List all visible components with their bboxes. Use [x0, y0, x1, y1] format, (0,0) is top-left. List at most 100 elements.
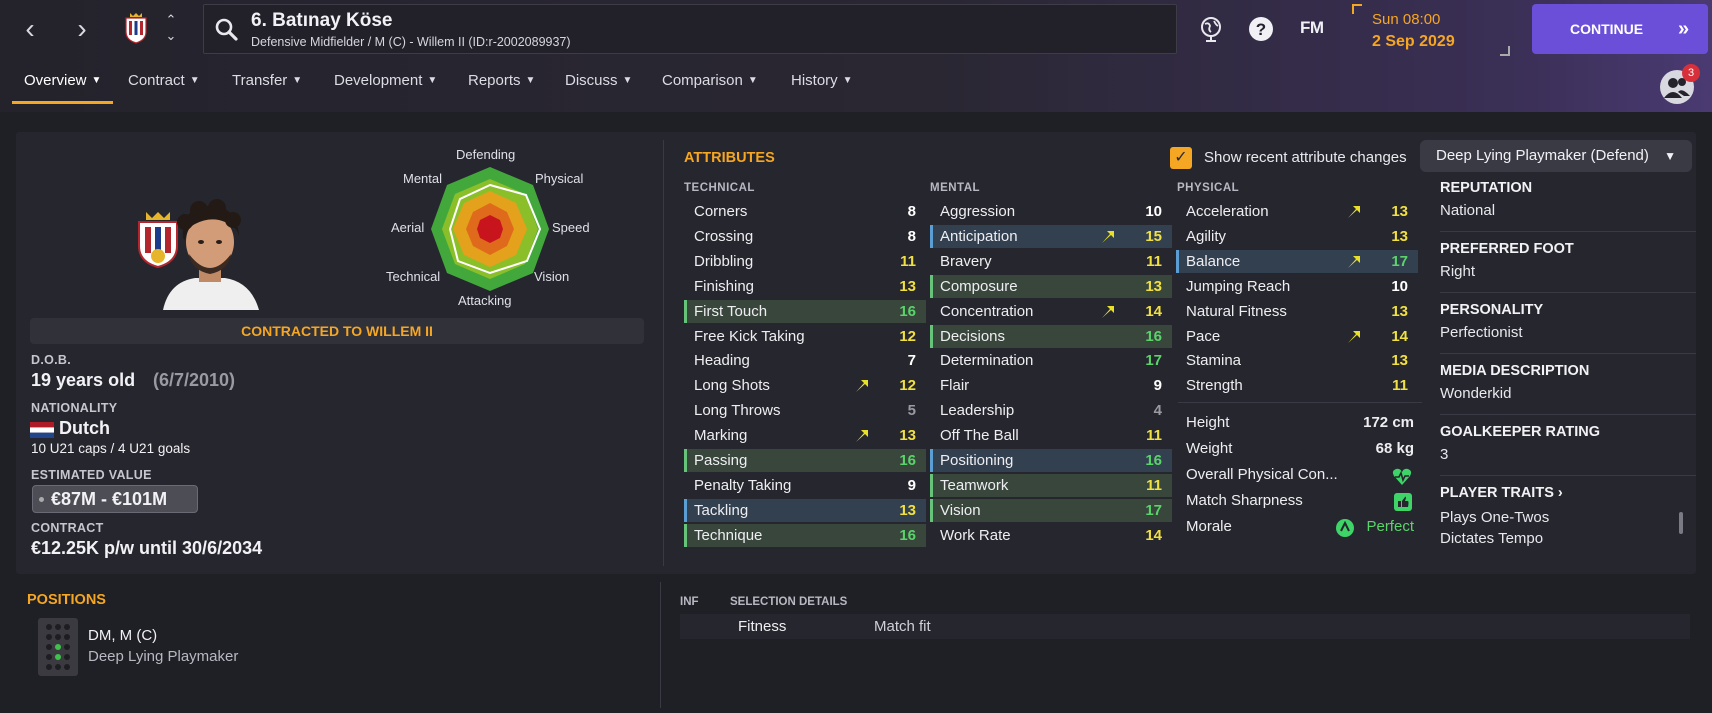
tab-contract[interactable]: Contract ▼ — [128, 72, 200, 104]
attribute-row-passing[interactable]: Passing 16 — [684, 449, 926, 472]
attribute-value: 12 — [899, 327, 916, 345]
tab-label: Overview — [24, 72, 87, 89]
estimated-value[interactable]: €87M - €101M — [32, 485, 198, 513]
date-time-display[interactable]: Sun 08:00 2 Sep 2029 — [1352, 4, 1510, 56]
attribute-row-composure[interactable]: Composure 13 — [930, 274, 1172, 298]
sharpness-row[interactable]: Match Sharpness — [1186, 492, 1414, 516]
attribute-row-vision[interactable]: Vision 17 — [930, 498, 1172, 522]
attribute-row-stamina[interactable]: Stamina 13 — [1176, 349, 1418, 372]
attribute-row-bravery[interactable]: Bravery 11 — [930, 250, 1172, 273]
attribute-row-leadership[interactable]: Leadership 4 — [930, 399, 1172, 422]
bio-divider — [1440, 292, 1696, 293]
player-portrait — [163, 199, 259, 310]
attribute-name: Heading — [694, 352, 750, 370]
tab-development[interactable]: Development ▼ — [334, 72, 437, 104]
search-icon[interactable] — [214, 17, 240, 43]
attribute-increase-arrow-icon — [1102, 305, 1114, 318]
show-changes-checkbox[interactable]: ✓ — [1170, 147, 1192, 169]
panel-divider — [663, 140, 664, 566]
tab-history[interactable]: History ▼ — [791, 72, 853, 104]
traits-scrollbar[interactable] — [1679, 512, 1683, 534]
attribute-row-anticipation[interactable]: Anticipation 15 — [930, 224, 1172, 248]
role-dropdown[interactable]: Deep Lying Playmaker (Defend) ▼ — [1420, 140, 1692, 172]
netherlands-flag-icon — [30, 422, 54, 438]
condition-row[interactable]: Overall Physical Con... — [1186, 466, 1414, 490]
selection-label: Fitness — [738, 618, 787, 635]
attribute-row-pace[interactable]: Pace 14 — [1176, 325, 1418, 348]
attribute-name: Vision — [940, 501, 981, 519]
tab-discuss[interactable]: Discuss ▼ — [565, 72, 632, 104]
attribute-row-technique[interactable]: Technique 16 — [684, 523, 926, 547]
attribute-name: Crossing — [694, 227, 754, 245]
position-pitch-icon — [38, 618, 78, 676]
attribute-row-tackling[interactable]: Tackling 13 — [684, 498, 926, 522]
attribute-row-first-touch[interactable]: First Touch 16 — [684, 299, 926, 323]
attribute-row-agility[interactable]: Agility 13 — [1176, 225, 1418, 248]
attribute-radar-chart — [431, 167, 549, 291]
attribute-row-dribbling[interactable]: Dribbling 11 — [684, 250, 926, 273]
preferred-foot-label: PREFERRED FOOT — [1440, 241, 1574, 257]
reputation-value: National — [1440, 202, 1496, 219]
attribute-row-positioning[interactable]: Positioning 16 — [930, 449, 1172, 472]
globe-icon[interactable] — [1196, 14, 1226, 44]
attribute-row-penalty-taking[interactable]: Penalty Taking 9 — [684, 474, 926, 497]
attribute-name: Anticipation — [940, 227, 1018, 245]
reputation-label: REPUTATION — [1440, 180, 1533, 196]
personality-section: PERSONALITY Perfectionist — [1440, 302, 1690, 341]
tab-reports[interactable]: Reports ▼ — [468, 72, 535, 104]
attribute-row-decisions[interactable]: Decisions 16 — [930, 324, 1172, 348]
goalkeeper-rating-value: 3 — [1440, 446, 1449, 463]
attribute-name: Leadership — [940, 402, 1015, 420]
forward-arrow-icon[interactable]: › — [66, 14, 98, 46]
attribute-row-heading[interactable]: Heading 7 — [684, 349, 926, 372]
attribute-row-acceleration[interactable]: Acceleration 13 — [1176, 200, 1418, 223]
physical-divider — [1178, 402, 1422, 403]
attribute-row-long-shots[interactable]: Long Shots 12 — [684, 374, 926, 397]
player-search-bar[interactable]: 6. Batınay Köse Defensive Midfielder / M… — [203, 4, 1177, 54]
back-arrow-icon[interactable]: ‹ — [14, 14, 46, 46]
attribute-row-finishing[interactable]: Finishing 13 — [684, 275, 926, 298]
attribute-value: 8 — [907, 203, 916, 220]
attribute-row-work-rate[interactable]: Work Rate 14 — [930, 524, 1172, 547]
attribute-row-corners[interactable]: Corners 8 — [684, 200, 926, 223]
attribute-row-crossing[interactable]: Crossing 8 — [684, 225, 926, 248]
club-crest-icon[interactable] — [124, 12, 148, 44]
attribute-name: Technique — [694, 526, 763, 544]
tab-comparison[interactable]: Comparison ▼ — [662, 72, 758, 104]
tab-overview[interactable]: Overview ▼ — [12, 72, 114, 104]
attribute-row-long-throws[interactable]: Long Throws 5 — [684, 399, 926, 422]
help-icon[interactable]: ? — [1246, 14, 1276, 44]
fm-logo[interactable]: FM — [1300, 18, 1324, 38]
attribute-row-determination[interactable]: Determination 17 — [930, 349, 1172, 372]
attribute-row-marking[interactable]: Marking 13 — [684, 424, 926, 447]
attribute-row-strength[interactable]: Strength 11 — [1176, 374, 1418, 397]
international-caps: 10 U21 caps / 4 U21 goals — [31, 441, 191, 456]
morale-value: Perfect — [1366, 518, 1414, 535]
dob-label: D.O.B. — [31, 353, 71, 367]
attribute-row-natural-fitness[interactable]: Natural Fitness 13 — [1176, 300, 1418, 323]
attribute-increase-arrow-icon — [1348, 330, 1360, 343]
attribute-name: Long Throws — [694, 402, 781, 420]
attribute-row-teamwork[interactable]: Teamwork 11 — [930, 473, 1172, 497]
attribute-row-aggression[interactable]: Aggression 10 — [930, 200, 1172, 223]
attribute-increase-arrow-icon — [856, 430, 868, 443]
attribute-row-balance[interactable]: Balance 17 — [1176, 249, 1418, 273]
tab-transfer[interactable]: Transfer ▼ — [232, 72, 302, 104]
continue-button[interactable]: CONTINUE » — [1532, 4, 1708, 54]
attribute-row-concentration[interactable]: Concentration 14 — [930, 300, 1172, 323]
current-date: 2 Sep 2029 — [1372, 33, 1455, 50]
previous-next-player-icon[interactable]: ⌃ ⌄ — [162, 12, 180, 48]
attribute-row-off-the-ball[interactable]: Off The Ball 11 — [930, 424, 1172, 447]
attribute-row-flair[interactable]: Flair 9 — [930, 374, 1172, 397]
positions-title: POSITIONS — [27, 592, 106, 608]
morale-row[interactable]: Morale Perfect — [1186, 518, 1414, 542]
role-text: Deep Lying Playmaker — [88, 648, 239, 665]
chevron-down-icon: ▼ — [427, 75, 438, 86]
radar-label-vision: Vision — [534, 269, 570, 284]
attribute-row-jumping-reach[interactable]: Jumping Reach 10 — [1176, 275, 1418, 298]
selection-value: Match fit — [874, 618, 931, 635]
attribute-value: 14 — [1391, 327, 1408, 345]
player-traits-link[interactable]: PLAYER TRAITS › — [1440, 485, 1690, 501]
attribute-value: 7 — [907, 352, 916, 370]
attribute-row-free-kick-taking[interactable]: Free Kick Taking 12 — [684, 325, 926, 348]
